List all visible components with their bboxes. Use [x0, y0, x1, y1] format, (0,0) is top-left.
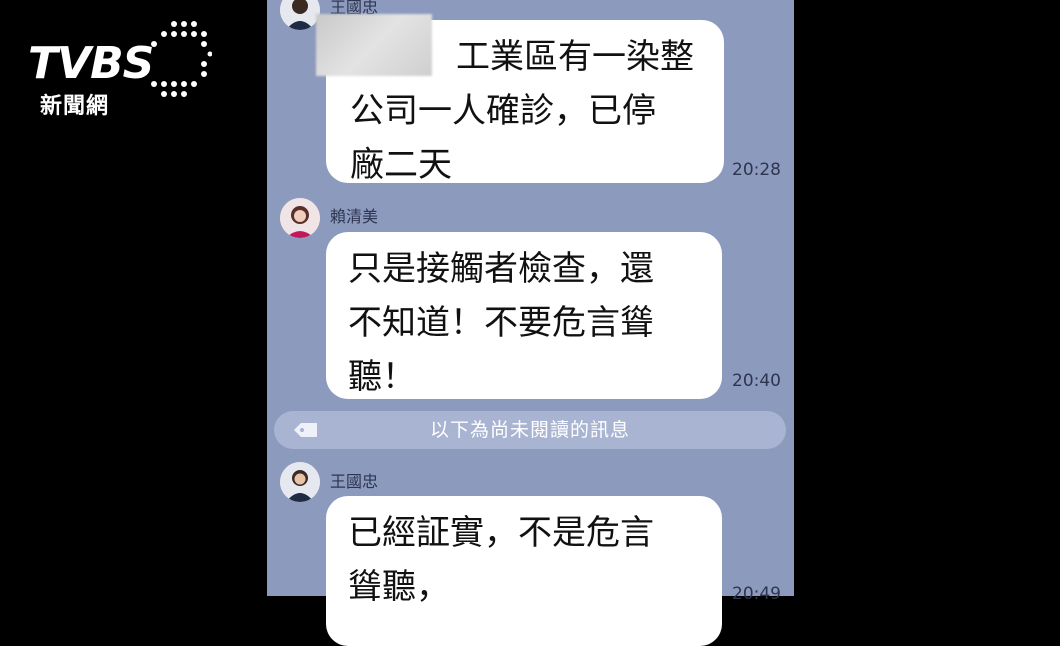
message-line: 廠二天	[350, 145, 452, 185]
avatar[interactable]	[280, 462, 320, 502]
message-line: 只是接觸者檢查，還	[348, 249, 654, 289]
sender-name: 王國忠	[330, 472, 379, 491]
message-time: 20:49	[732, 584, 781, 604]
message-line: 聳聽，	[348, 567, 450, 607]
message-line: 聽！	[348, 357, 416, 397]
unread-divider: 以下為尚未閱讀的訊息	[274, 411, 786, 449]
sender-name: 賴清美	[330, 207, 379, 226]
message-bubble[interactable]: 只是接觸者檢查，還 不知道！不要危言聳 聽！	[326, 232, 722, 399]
person-avatar-icon	[280, 198, 320, 238]
message-time: 20:28	[732, 160, 781, 180]
message-line: 不知道！不要危言聳	[348, 303, 654, 343]
message-line: 已經証實，不是危言	[348, 513, 654, 553]
unread-divider-label: 以下為尚未閱讀的訊息	[429, 419, 630, 441]
message-bubble[interactable]: 已經証實，不是危言 聳聽，	[326, 496, 722, 646]
avatar[interactable]	[280, 198, 320, 238]
message-line: 公司一人確診，已停	[350, 91, 656, 131]
message-time: 20:40	[732, 371, 781, 391]
person-avatar-icon	[280, 462, 320, 502]
logo-brand: TVBS	[28, 38, 154, 89]
logo-subtitle: 新聞網	[40, 94, 110, 119]
tvbs-logo: TVBS 新聞網	[28, 20, 213, 120]
redaction-blur	[316, 14, 432, 76]
